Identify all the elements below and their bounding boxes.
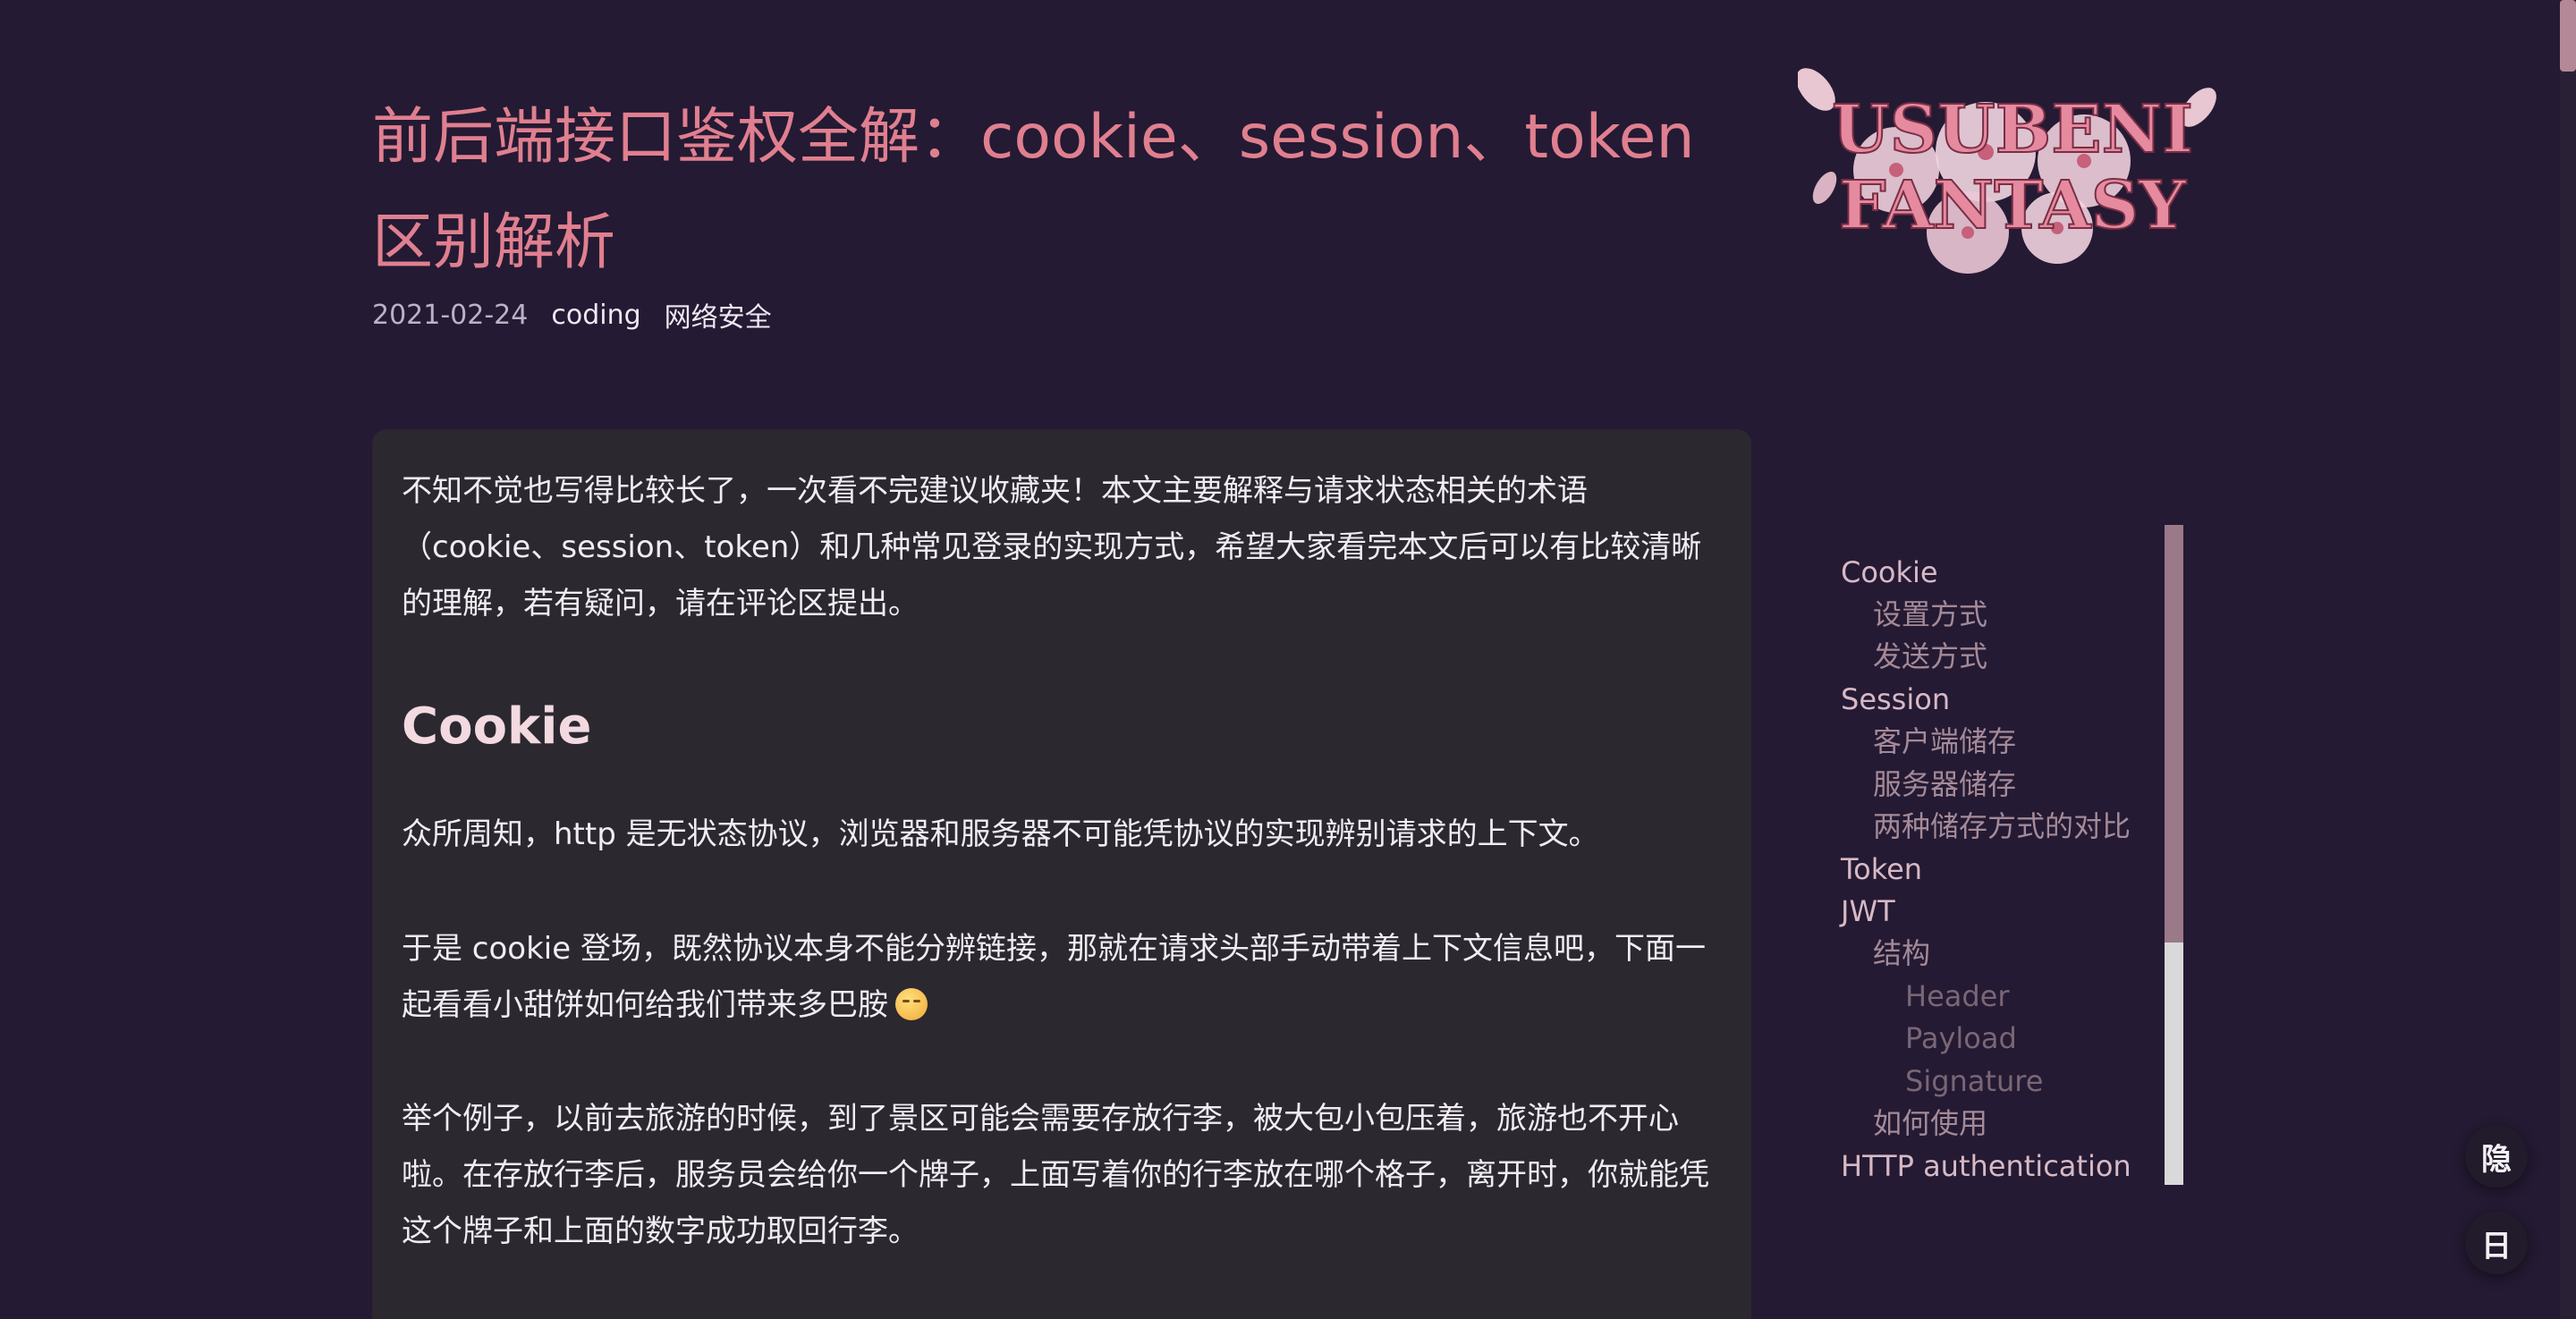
page: 前后端接口鉴权全解：cookie、session、token 区别解析 2021… xyxy=(0,0,2576,1319)
toc-item-jwt[interactable]: JWT xyxy=(1841,893,1895,929)
toc-scrollbar-thumb[interactable] xyxy=(2165,525,2183,943)
site-logo[interactable]: USUBENI FANTASY xyxy=(1798,54,2227,286)
toc-item-session[interactable]: Session xyxy=(1841,681,1950,717)
toc-item-cookie[interactable]: Cookie xyxy=(1841,554,1938,590)
paragraph-cookie: 于是 cookie 登场，既然协议本身不能分辨链接，那就在请求头部手动带着上下文… xyxy=(402,921,1725,1034)
article-content: 不知不觉也写得比较长了，一次看不完建议收藏夹！本文主要解释与请求状态相关的术语（… xyxy=(372,429,1751,1319)
toc-item-client-storage[interactable]: 客户端储存 xyxy=(1873,723,2016,759)
day-mode-button[interactable]: 日 xyxy=(2465,1212,2528,1274)
toc-item-header[interactable]: Header xyxy=(1905,978,2010,1014)
toc-item-server-storage[interactable]: 服务器储存 xyxy=(1873,766,2016,802)
logo-line-2: FANTASY xyxy=(1839,167,2187,244)
intro-paragraph: 不知不觉也写得比较长了，一次看不完建议收藏夹！本文主要解释与请求状态相关的术语（… xyxy=(402,473,1702,621)
toc-item-structure[interactable]: 结构 xyxy=(1873,935,1930,971)
logo-line-1: USUBENI xyxy=(1832,91,2193,168)
toc-item-set-method[interactable]: 设置方式 xyxy=(1873,596,1987,632)
article-date: 2021-02-24 xyxy=(372,299,529,331)
tag-network-security[interactable]: 网络安全 xyxy=(665,295,772,334)
toc-item-http-authentication[interactable]: HTTP authentication xyxy=(1841,1148,2131,1184)
page-scrollbar[interactable] xyxy=(2560,0,2576,1319)
hide-button[interactable]: 隐 xyxy=(2465,1125,2528,1188)
toc-item-payload[interactable]: Payload xyxy=(1905,1020,2017,1056)
page-scrollbar-thumb[interactable] xyxy=(2560,0,2576,72)
toc-item-signature[interactable]: Signature xyxy=(1905,1063,2043,1099)
toc-item-send-method[interactable]: 发送方式 xyxy=(1873,638,1987,674)
smirk-emoji-icon xyxy=(895,988,928,1020)
article-meta: 2021-02-24 coding 网络安全 xyxy=(372,295,772,334)
paragraph-cookie-text: 于是 cookie 登场，既然协议本身不能分辨链接，那就在请求头部手动带着上下文… xyxy=(402,931,1706,1023)
toc-item-storage-comparison[interactable]: 两种储存方式的对比 xyxy=(1873,808,2131,844)
article-title: 前后端接口鉴权全解：cookie、session、token 区别解析 xyxy=(372,102,1695,278)
heading-cookie: Cookie xyxy=(402,698,592,756)
toc-item-token[interactable]: Token xyxy=(1841,851,1922,887)
paragraph-http: 众所周知，http 是无状态协议，浏览器和服务器不可能凭协议的实现辨别请求的上下… xyxy=(402,816,1599,852)
paragraph-example: 举个例子，以前去旅游的时候，到了景区可能会需要存放行李，被大包小包压着，旅游也不… xyxy=(402,1101,1709,1249)
toc-scrollbar[interactable] xyxy=(2165,525,2183,1185)
tag-coding[interactable]: coding xyxy=(551,300,640,331)
toc-item-how-to-use[interactable]: 如何使用 xyxy=(1873,1105,1987,1141)
